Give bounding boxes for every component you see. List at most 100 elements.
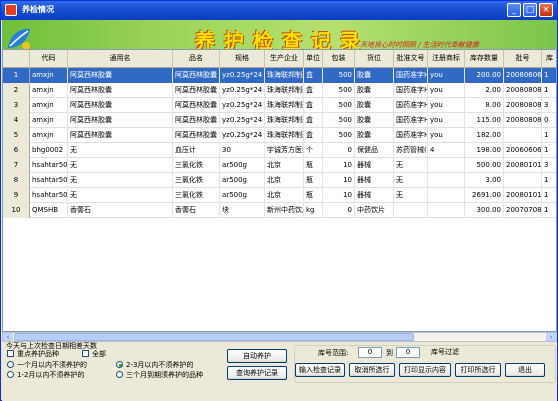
table-cell[interactable]: 3: [542, 98, 556, 113]
table-cell[interactable]: 无: [394, 173, 428, 188]
table-cell[interactable]: 无: [68, 173, 173, 188]
table-cell[interactable]: 3.00: [465, 173, 504, 188]
table-cell[interactable]: hsahtar500: [30, 173, 68, 188]
table-cell[interactable]: 4: [428, 143, 465, 158]
table-row[interactable]: 6bhg0002无血压计30宇诚芳方医疗器械有限公司个0保健品苏药管械(准)字2…: [3, 143, 556, 158]
print-shown-button[interactable]: 打印显示内容: [399, 363, 451, 377]
table-cell[interactable]: ar500g: [220, 158, 265, 173]
table-cell[interactable]: 阿莫西林胶囊: [68, 98, 173, 113]
table-cell[interactable]: 瓶: [304, 158, 323, 173]
table-cell[interactable]: 20080808: [504, 83, 542, 98]
close-button[interactable]: ×: [539, 3, 553, 17]
radio-one-two-month[interactable]: [7, 371, 14, 378]
table-cell[interactable]: 盒: [304, 83, 323, 98]
table-cell[interactable]: QMSHB: [30, 203, 68, 218]
query-records-button[interactable]: 查询养护记录: [227, 366, 287, 380]
table-cell[interactable]: 三氯化铁: [173, 188, 220, 203]
table-cell[interactable]: 盒: [304, 98, 323, 113]
table-cell[interactable]: 500: [323, 128, 355, 143]
table-cell[interactable]: 20080808: [504, 113, 542, 128]
scroll-thumb[interactable]: [14, 333, 414, 341]
table-row[interactable]: 9hsahtar500无三氯化铁ar500g北京瓶10器械无2691.00200…: [3, 188, 556, 203]
table-cell[interactable]: 胶囊: [355, 113, 394, 128]
table-cell[interactable]: 1: [542, 173, 556, 188]
row-number[interactable]: 4: [3, 113, 30, 128]
table-cell[interactable]: 国药准字H44021351: [394, 83, 428, 98]
row-number[interactable]: 8: [3, 173, 30, 188]
table-cell[interactable]: 北京: [265, 188, 304, 203]
table-cell[interactable]: 阿莫西林胶囊: [173, 98, 220, 113]
column-header[interactable]: 货位: [355, 50, 394, 68]
table-cell[interactable]: 瓶: [304, 173, 323, 188]
column-header[interactable]: 批准文号: [394, 50, 428, 68]
table-cell[interactable]: 300.00: [465, 203, 504, 218]
table-cell[interactable]: 珠海联邦制药公司中山分公司: [265, 83, 304, 98]
table-cell[interactable]: 中药饮片: [355, 203, 394, 218]
row-number[interactable]: 9: [3, 188, 30, 203]
table-cell[interactable]: bhg0002: [30, 143, 68, 158]
table-cell[interactable]: 2.00: [465, 83, 504, 98]
table-row[interactable]: 5amxjn阿莫西林胶囊阿莫西林胶囊yz0.25g*24珠海联邦制药公司中山分公…: [3, 128, 556, 143]
table-cell[interactable]: 盒: [304, 128, 323, 143]
table-cell[interactable]: 8.00: [465, 98, 504, 113]
table-cell[interactable]: 阿莫西林胶囊: [173, 128, 220, 143]
table-cell[interactable]: 国药准字H44021351: [394, 68, 428, 83]
scroll-left-icon[interactable]: ‹: [3, 333, 13, 341]
table-cell[interactable]: 盒: [304, 113, 323, 128]
table-cell[interactable]: 阿莫西林胶囊: [68, 83, 173, 98]
table-cell[interactable]: 器械: [355, 188, 394, 203]
table-cell[interactable]: 阿莫西林胶囊: [173, 83, 220, 98]
table-cell[interactable]: [428, 158, 465, 173]
table-cell[interactable]: 30: [220, 143, 265, 158]
table-cell[interactable]: 国药准字H44021351: [394, 128, 428, 143]
table-cell[interactable]: 500: [323, 98, 355, 113]
column-header[interactable]: 代码: [30, 50, 68, 68]
table-cell[interactable]: 宇诚芳方医疗器械有限公司: [265, 143, 304, 158]
table-cell[interactable]: 200801010: [504, 188, 542, 203]
table-cell[interactable]: 盒: [304, 68, 323, 83]
table-cell[interactable]: yz0.25g*24: [220, 83, 265, 98]
table-cell[interactable]: yz0.25g*24: [220, 98, 265, 113]
table-cell[interactable]: 器械: [355, 158, 394, 173]
table-row[interactable]: 7hsahtar500无三氯化铁ar500g北京瓶10器械无500.002008…: [3, 158, 556, 173]
table-cell[interactable]: 个: [304, 143, 323, 158]
table-cell[interactable]: 1: [542, 188, 556, 203]
filter-button[interactable]: 库号过滤: [425, 346, 465, 360]
exit-button[interactable]: 退出: [505, 363, 545, 377]
table-cell[interactable]: 血压计: [173, 143, 220, 158]
table-cell[interactable]: 无: [68, 158, 173, 173]
table-cell[interactable]: hsahtar500: [30, 158, 68, 173]
cancel-selected-button[interactable]: 取消所选行: [349, 363, 395, 377]
table-cell[interactable]: 胶囊: [355, 98, 394, 113]
radio-two-three-month[interactable]: [116, 361, 123, 368]
table-cell[interactable]: 香薷石: [68, 203, 173, 218]
table-cell[interactable]: 1: [542, 143, 556, 158]
table-cell[interactable]: [428, 188, 465, 203]
key-species-checkbox[interactable]: [7, 350, 14, 357]
table-cell[interactable]: you: [428, 83, 465, 98]
table-cell[interactable]: 无: [394, 188, 428, 203]
table-cell[interactable]: ar500g: [220, 188, 265, 203]
input-record-button[interactable]: 输入检查记录: [295, 363, 345, 377]
table-cell[interactable]: 115.00: [465, 113, 504, 128]
table-cell[interactable]: [504, 128, 542, 143]
table-cell[interactable]: 国药准字H44021351: [394, 98, 428, 113]
table-cell[interactable]: you: [428, 68, 465, 83]
table-cell[interactable]: 1: [542, 83, 556, 98]
column-header[interactable]: 规格: [220, 50, 265, 68]
row-number[interactable]: 1: [3, 68, 30, 83]
auto-maintain-button[interactable]: 自动养护: [227, 349, 287, 363]
table-cell[interactable]: amxjn: [30, 83, 68, 98]
table-row[interactable]: 10QMSHB香薷石香薷石块新州中药饮片有限公司kg0中药饮片300.00200…: [3, 203, 556, 218]
table-cell[interactable]: 珠海联邦制药公司中山分公司: [265, 98, 304, 113]
table-cell[interactable]: 无: [68, 188, 173, 203]
table-cell[interactable]: 1: [542, 128, 556, 143]
records-grid[interactable]: 代码 通用名 品名 规格 生产企业 单位 包装 货位 批准文号 注册商标 库存数量 批号库 1 amxj…: [2, 49, 557, 332]
column-header[interactable]: 注册商标: [428, 50, 465, 68]
table-cell[interactable]: 200.00: [465, 68, 504, 83]
column-header[interactable]: 批号: [504, 50, 542, 68]
row-number[interactable]: 3: [3, 98, 30, 113]
table-cell[interactable]: you: [428, 98, 465, 113]
table-cell[interactable]: 0: [323, 143, 355, 158]
row-number[interactable]: 7: [3, 158, 30, 173]
